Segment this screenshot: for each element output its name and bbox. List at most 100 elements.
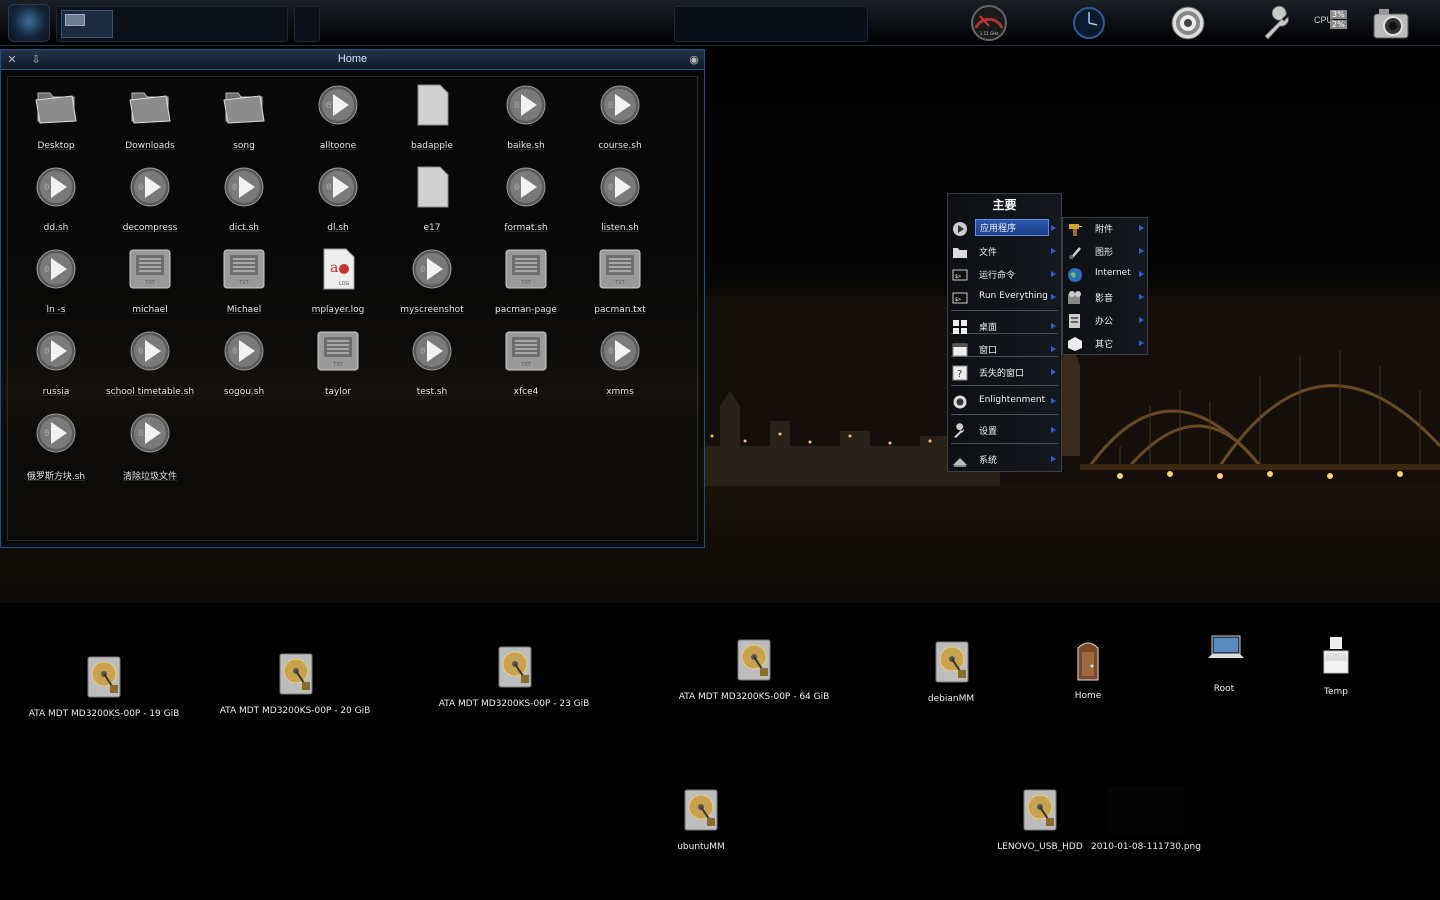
- hard-drive-icon[interactable]: [495, 645, 535, 689]
- window-titlebar[interactable]: ✕ ⇩ Home ◉: [1, 50, 704, 70]
- submenu-item[interactable]: Internet: [1065, 265, 1147, 285]
- desktop-pager[interactable]: [56, 6, 288, 42]
- desktop-icon-label[interactable]: debianMM: [928, 694, 974, 704]
- main-menu-item[interactable]: ? 丢失的窗口: [950, 363, 1059, 383]
- start-menu-button[interactable]: [8, 4, 50, 42]
- file-item-icon: [222, 83, 266, 127]
- cpu-value-2: 2%: [1330, 20, 1347, 29]
- submenu-item[interactable]: 办公: [1065, 311, 1147, 331]
- submenu-arrow-icon: [1051, 398, 1056, 404]
- file-item[interactable]: 01 dict.sh: [197, 159, 291, 241]
- file-item[interactable]: TXT taylor: [291, 323, 385, 405]
- file-item[interactable]: badapple: [385, 77, 479, 159]
- taskbar[interactable]: [674, 6, 868, 42]
- image-thumbnail-icon[interactable]: [1108, 786, 1184, 834]
- main-menu-item[interactable]: 应用程序: [950, 219, 1059, 239]
- file-item-label: e17: [423, 223, 441, 233]
- main-menu-item[interactable]: 设置: [950, 421, 1059, 441]
- file-item[interactable]: 01 myscreenshot: [385, 241, 479, 323]
- file-item[interactable]: TXT pacman-page: [479, 241, 573, 323]
- file-item[interactable]: 01 test.sh: [385, 323, 479, 405]
- mixer-gadget[interactable]: [1167, 2, 1209, 44]
- submenu-item[interactable]: 其它: [1065, 334, 1147, 354]
- desktop-icon-label[interactable]: LENOVO_USB_HDD: [997, 842, 1083, 852]
- main-menu-item[interactable]: $> 运行命令: [950, 265, 1059, 285]
- desktop-icon-label[interactable]: ATA MDT MD3200KS-00P - 23 GiB: [439, 699, 590, 709]
- screenshot-gadget[interactable]: [1370, 2, 1412, 44]
- file-item[interactable]: 01 course.sh: [573, 77, 667, 159]
- main-menu-item[interactable]: Enlightenment: [950, 392, 1059, 412]
- file-item-label: listen.sh: [601, 223, 639, 233]
- wrench-icon: [952, 423, 968, 439]
- file-item-icon: 01: [34, 411, 78, 455]
- file-item[interactable]: 01 russia: [9, 323, 103, 405]
- hard-drive-icon[interactable]: [84, 655, 124, 699]
- desktop-icon-label[interactable]: ubuntuMM: [677, 842, 725, 852]
- home-door-icon[interactable]: [1068, 638, 1108, 682]
- submenu-item[interactable]: 影音: [1065, 288, 1147, 308]
- file-item[interactable]: 01 format.sh: [479, 159, 573, 241]
- file-manager-window[interactable]: ✕ ⇩ Home ◉ Desktop Downloads song 01 all…: [0, 49, 705, 548]
- file-item[interactable]: 01 listen.sh: [573, 159, 667, 241]
- file-item-icon: 01: [316, 83, 360, 127]
- cpufreq-gadget[interactable]: 1.11 GHz: [968, 2, 1010, 44]
- settings-gadget[interactable]: [1256, 2, 1298, 44]
- file-item[interactable]: 01 school timetable.sh: [103, 323, 197, 405]
- desktop-icon-label[interactable]: 2010-01-08-111730.png: [1091, 842, 1201, 852]
- desktop-icon-label[interactable]: ATA MDT MD3200KS-00P - 19 GiB: [29, 709, 180, 719]
- file-item[interactable]: 01 俄罗斯方块.sh: [9, 405, 103, 487]
- hard-drive-icon[interactable]: [1020, 788, 1060, 832]
- file-item[interactable]: TXT pacman.txt: [573, 241, 667, 323]
- window-sticky-icon[interactable]: ◉: [687, 53, 701, 66]
- cpu-gadget-values[interactable]: 3% 2%: [1330, 10, 1347, 30]
- pager-desk-1[interactable]: [61, 10, 113, 38]
- file-item-icon: 01: [410, 247, 454, 291]
- file-item[interactable]: 01 ln -s: [9, 241, 103, 323]
- file-item-icon: a LOG: [316, 247, 360, 291]
- file-item[interactable]: 01 alltoone: [291, 77, 385, 159]
- main-menu-item[interactable]: 系统: [950, 450, 1059, 470]
- laptop-icon[interactable]: [1206, 628, 1246, 672]
- file-item[interactable]: 01 decompress: [103, 159, 197, 241]
- script-play-icon: 01: [36, 331, 76, 371]
- main-menu-item[interactable]: 文件: [950, 242, 1059, 262]
- file-item[interactable]: e17: [385, 159, 479, 241]
- file-item[interactable]: song: [197, 77, 291, 159]
- hard-drive-icon[interactable]: [681, 788, 721, 832]
- applications-submenu[interactable]: 附件图形 Internet 影音办公其它: [1062, 217, 1148, 355]
- pager-extra[interactable]: [294, 6, 320, 42]
- desktop-icon-label[interactable]: Temp: [1324, 687, 1348, 697]
- file-item[interactable]: 01 baike.sh: [479, 77, 573, 159]
- file-item[interactable]: 01 清除垃圾文件: [103, 405, 197, 487]
- hard-drive-icon[interactable]: [734, 638, 774, 682]
- main-menu[interactable]: 主要 应用程序 文件 $> 运行命令 $> Run Everything 桌面 窗口? 丢失的窗…: [947, 193, 1062, 472]
- file-item[interactable]: TXT Michael: [197, 241, 291, 323]
- hard-drive-icon[interactable]: [276, 652, 316, 696]
- file-item[interactable]: Desktop: [9, 77, 103, 159]
- main-menu-item[interactable]: 桌面: [950, 317, 1059, 337]
- submenu-item[interactable]: 图形: [1065, 242, 1147, 262]
- hard-drive-icon[interactable]: [932, 640, 972, 684]
- cpufreq-label: 1.11 GHz: [980, 31, 998, 36]
- file-item[interactable]: 01 dl.sh: [291, 159, 385, 241]
- file-item[interactable]: Downloads: [103, 77, 197, 159]
- file-item[interactable]: TXT michael: [103, 241, 197, 323]
- file-item[interactable]: 01 sogou.sh: [197, 323, 291, 405]
- file-grid[interactable]: Desktop Downloads song 01 alltoone badapp…: [7, 76, 698, 541]
- main-menu-item[interactable]: $> Run Everything: [950, 288, 1059, 308]
- desktop-icon-label[interactable]: ATA MDT MD3200KS-00P - 64 GiB: [679, 692, 830, 702]
- file-item[interactable]: 01 xmms: [573, 323, 667, 405]
- wrench-icon: [954, 423, 965, 438]
- desktop-icon-label[interactable]: Home: [1075, 691, 1102, 701]
- main-menu-item[interactable]: 窗口: [950, 340, 1059, 360]
- clock-gadget[interactable]: [1068, 2, 1110, 44]
- system-icon: [952, 452, 968, 468]
- file-item[interactable]: 01 dd.sh: [9, 159, 103, 241]
- file-item[interactable]: TXT xfce4: [479, 323, 573, 405]
- temp-icon[interactable]: [1316, 633, 1356, 677]
- desktop-icon-label[interactable]: ATA MDT MD3200KS-00P - 20 GiB: [220, 706, 371, 716]
- file-item[interactable]: a LOG mplayer.log: [291, 241, 385, 323]
- desktop-icon-label[interactable]: Root: [1214, 684, 1234, 694]
- temp-icon: [1323, 637, 1349, 674]
- submenu-item[interactable]: 附件: [1065, 219, 1147, 239]
